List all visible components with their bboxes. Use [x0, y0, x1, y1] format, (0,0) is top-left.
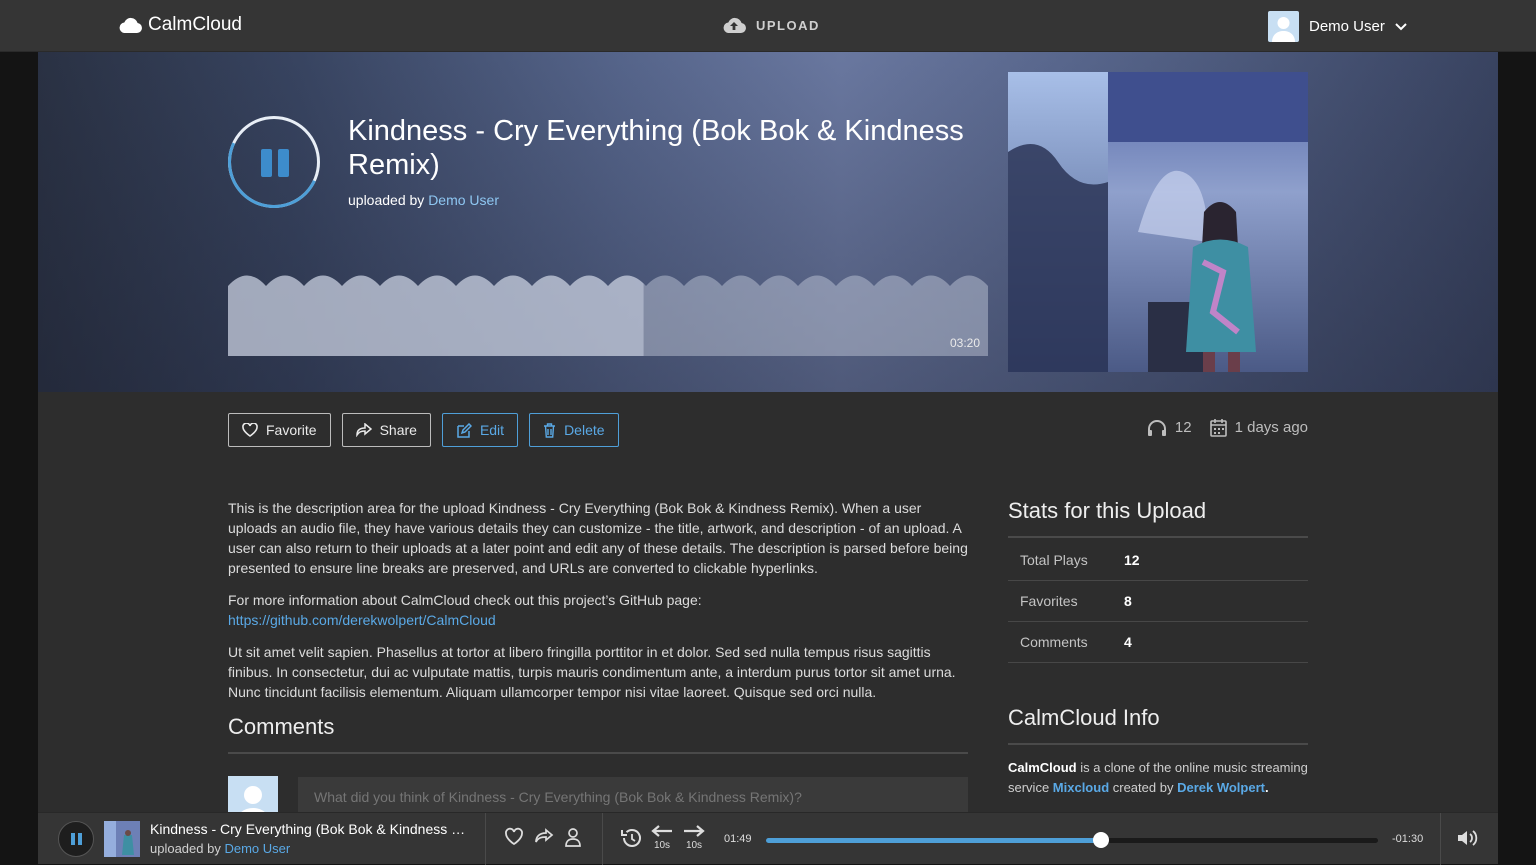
description-paragraph: For more information about CalmCloud che… — [228, 590, 970, 630]
edit-button[interactable]: Edit — [441, 413, 519, 447]
info-text: CalmCloud is a clone of the online music… — [1008, 758, 1308, 798]
action-bar: Favorite Share Edit Delete — [228, 413, 619, 447]
progress-handle[interactable] — [1093, 832, 1110, 848]
stats-value: 12 — [1124, 552, 1140, 568]
github-link[interactable]: https://github.com/derekwolpert/CalmClou… — [228, 612, 496, 628]
track-title: Kindness - Cry Everything (Bok Bok & Kin… — [348, 115, 964, 181]
stats-table: Total Plays 12 Favorites 8 Comments 4 — [1008, 540, 1308, 663]
play-count: 12 — [1147, 419, 1192, 437]
info-text-2: created by — [1109, 780, 1178, 795]
user-menu[interactable]: Demo User — [1268, 11, 1407, 42]
uploaded-by: uploaded by Demo User — [348, 192, 499, 208]
stats-label: Favorites — [1020, 593, 1078, 609]
track-description: This is the description area for the upl… — [228, 498, 970, 714]
headphones-icon — [1147, 419, 1166, 436]
waveform-duration: 03:20 — [949, 336, 980, 350]
heart-icon — [242, 423, 258, 437]
brand-name: CalmCloud — [148, 14, 242, 35]
uploader-link[interactable]: Demo User — [428, 192, 499, 208]
stats-label: Comments — [1020, 634, 1088, 650]
favorite-button[interactable]: Favorite — [228, 413, 331, 447]
divider — [602, 813, 603, 865]
pause-button[interactable] — [215, 103, 333, 221]
author-link[interactable]: Derek Wolpert — [1177, 780, 1265, 795]
github-text: For more information about CalmCloud che… — [228, 592, 702, 608]
stats-row: Total Plays 12 — [1008, 540, 1308, 581]
comment-input[interactable] — [298, 777, 968, 812]
arrow-right-icon — [684, 825, 705, 837]
edit-label: Edit — [479, 422, 505, 438]
comments-heading: Comments — [228, 714, 968, 754]
info-text-3: . — [1264, 780, 1269, 795]
audio-player: Kindness - Cry Everything (Bok Bok & Kin… — [38, 812, 1498, 865]
player-uploader-link[interactable]: Demo User — [224, 841, 290, 856]
progress-slider[interactable] — [766, 832, 1378, 848]
skip-forward-button[interactable]: 10s — [682, 825, 706, 851]
stats-row: Favorites 8 — [1008, 581, 1308, 622]
player-uploaded-label: uploaded by — [150, 841, 221, 856]
heart-icon[interactable] — [504, 827, 524, 847]
remaining-time: -01:30 — [1392, 833, 1424, 845]
mixcloud-link[interactable]: Mixcloud — [1053, 780, 1109, 795]
upload-age: 1 days ago — [1209, 418, 1308, 437]
user-name: Demo User — [1309, 18, 1385, 35]
waveform-scrubber[interactable]: 03:20 — [228, 272, 988, 356]
arrow-left-icon — [651, 825, 672, 837]
upload-page: Kindness - Cry Everything (Bok Bok & Kin… — [38, 52, 1498, 812]
album-artwork — [1008, 72, 1308, 372]
description-paragraph: This is the description area for the upl… — [228, 500, 968, 576]
cloud-icon — [119, 17, 142, 33]
brand-logo[interactable]: CalmCloud — [118, 14, 242, 36]
edit-icon — [457, 422, 472, 438]
upload-meta: 12 1 days ago — [1147, 418, 1308, 437]
pause-icon — [261, 149, 289, 177]
divider — [1440, 813, 1441, 865]
pause-icon — [71, 833, 82, 845]
share-label: Share — [379, 422, 417, 438]
info-brand: CalmCloud — [1008, 760, 1077, 775]
share-button[interactable]: Share — [341, 413, 431, 447]
description-paragraph: Ut sit amet velit sapien. Phasellus at t… — [228, 644, 956, 700]
delete-button[interactable]: Delete — [529, 413, 619, 447]
skip-back-button[interactable]: 10s — [650, 825, 674, 851]
stats-row: Comments 4 — [1008, 622, 1308, 663]
player-thumbnail[interactable] — [104, 821, 140, 857]
play-count-value: 12 — [1174, 419, 1192, 436]
upload-cloud-icon — [723, 17, 746, 33]
stats-value: 4 — [1124, 634, 1132, 650]
user-avatar — [1268, 11, 1299, 42]
upload-age-value: 1 days ago — [1234, 419, 1308, 436]
stats-value: 8 — [1124, 593, 1132, 609]
player-pause-button[interactable] — [58, 821, 94, 857]
comment-avatar — [228, 776, 278, 812]
player-actions — [504, 827, 582, 847]
share-icon — [355, 423, 372, 437]
uploaded-by-label: uploaded by — [348, 192, 425, 208]
top-nav: CalmCloud UPLOAD Demo User — [0, 0, 1536, 52]
volume-icon[interactable] — [1456, 828, 1480, 848]
replay-icon[interactable] — [620, 828, 642, 848]
player-uploaded-by: uploaded by Demo User — [150, 841, 290, 856]
player-track-title[interactable]: Kindness - Cry Everything (Bok Bok & Kin… — [150, 821, 470, 837]
upload-link[interactable]: UPLOAD — [722, 16, 820, 34]
elapsed-time: 01:49 — [724, 833, 752, 845]
skip-back-label: 10s — [653, 840, 671, 851]
divider — [485, 813, 486, 865]
hero-banner: Kindness - Cry Everything (Bok Bok & Kin… — [38, 52, 1498, 392]
skip-forward-label: 10s — [685, 840, 703, 851]
progress-fill — [766, 838, 1102, 843]
favorite-label: Favorite — [266, 422, 317, 438]
stats-heading: Stats for this Upload — [1008, 498, 1308, 538]
calendar-icon — [1209, 419, 1227, 437]
delete-label: Delete — [564, 422, 605, 438]
stats-label: Total Plays — [1020, 552, 1088, 568]
upload-label: UPLOAD — [756, 17, 820, 33]
share-icon[interactable] — [534, 827, 554, 847]
user-icon[interactable] — [564, 827, 582, 847]
trash-icon — [544, 422, 556, 438]
chevron-down-icon — [1395, 22, 1407, 30]
info-heading: CalmCloud Info — [1008, 705, 1308, 745]
